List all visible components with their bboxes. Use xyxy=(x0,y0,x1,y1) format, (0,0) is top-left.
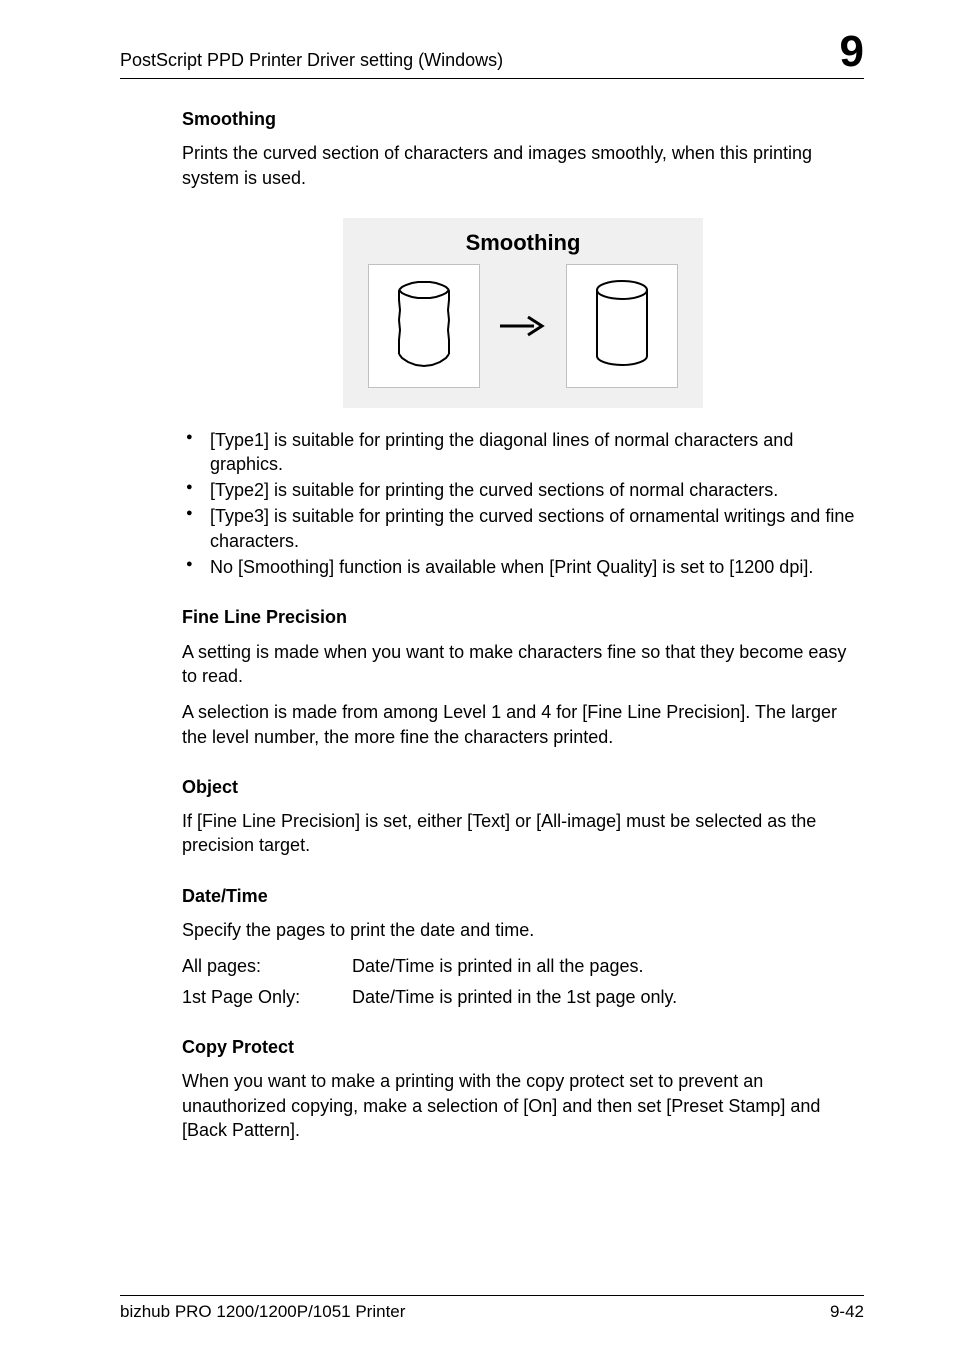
object-p: If [Fine Line Precision] is set, either … xyxy=(182,809,864,858)
definition-value: Date/Time is printed in the 1st page onl… xyxy=(352,985,677,1009)
cylinder-smooth-icon xyxy=(594,276,650,376)
heading-object: Object xyxy=(182,775,864,799)
header-section-title: PostScript PPD Printer Driver setting (W… xyxy=(120,50,503,71)
arrow-right-icon xyxy=(498,311,548,341)
header-chapter-number: 9 xyxy=(840,30,864,74)
heading-fine-line: Fine Line Precision xyxy=(182,605,864,629)
footer-product: bizhub PRO 1200/1200P/1051 Printer xyxy=(120,1302,405,1322)
smoothing-bullet-list: [Type1] is suitable for printing the dia… xyxy=(182,428,864,580)
list-item: [Type1] is suitable for printing the dia… xyxy=(182,428,864,477)
list-item: [Type3] is suitable for printing the cur… xyxy=(182,504,864,553)
fine-line-p2: A selection is made from among Level 1 a… xyxy=(182,700,864,749)
footer-page-number: 9-42 xyxy=(830,1302,864,1322)
list-item: No [Smoothing] function is available whe… xyxy=(182,555,864,579)
smoothing-figure: Smoothing xyxy=(343,218,703,408)
figure-after-cell xyxy=(566,264,678,388)
heading-copy-protect: Copy Protect xyxy=(182,1035,864,1059)
datetime-intro: Specify the pages to print the date and … xyxy=(182,918,864,942)
fine-line-p1: A setting is made when you want to make … xyxy=(182,640,864,689)
heading-smoothing: Smoothing xyxy=(182,107,864,131)
page-footer: bizhub PRO 1200/1200P/1051 Printer 9-42 xyxy=(120,1295,864,1322)
definition-label: 1st Page Only: xyxy=(182,985,352,1009)
figure-background: Smoothing xyxy=(343,218,703,408)
smoothing-intro: Prints the curved section of characters … xyxy=(182,141,864,190)
figure-before-cell xyxy=(368,264,480,388)
definition-row: All pages: Date/Time is printed in all t… xyxy=(182,954,864,978)
definition-row: 1st Page Only: Date/Time is printed in t… xyxy=(182,985,864,1009)
datetime-definitions: All pages: Date/Time is printed in all t… xyxy=(182,954,864,1009)
list-item: [Type2] is suitable for printing the cur… xyxy=(182,478,864,502)
copy-protect-p: When you want to make a printing with th… xyxy=(182,1069,864,1142)
definition-label: All pages: xyxy=(182,954,352,978)
cylinder-rough-icon xyxy=(396,276,452,376)
page-header: PostScript PPD Printer Driver setting (W… xyxy=(120,30,864,79)
page: PostScript PPD Printer Driver setting (W… xyxy=(0,0,954,1352)
definition-value: Date/Time is printed in all the pages. xyxy=(352,954,643,978)
figure-row xyxy=(349,264,697,388)
heading-datetime: Date/Time xyxy=(182,884,864,908)
page-content: Smoothing Prints the curved section of c… xyxy=(120,79,864,1142)
figure-title: Smoothing xyxy=(349,224,697,264)
